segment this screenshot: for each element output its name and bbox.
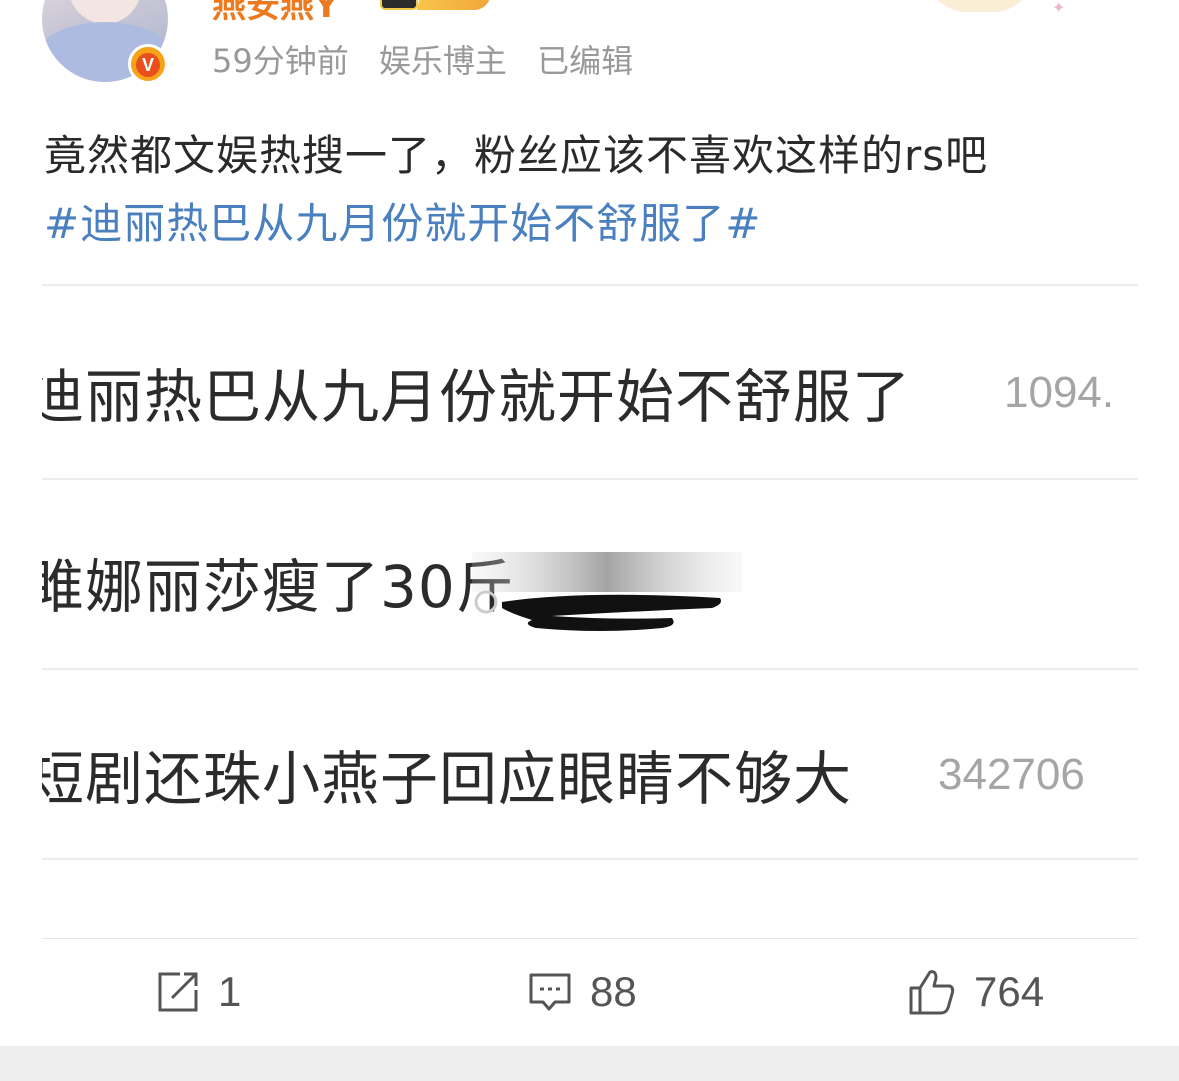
hot-search-item[interactable]: 雎娜丽莎瘦了30斤 bbox=[42, 540, 1138, 650]
username[interactable]: 燕安燕Y bbox=[212, 0, 339, 27]
actions-divider bbox=[42, 938, 1138, 939]
post-time: 59分钟前 bbox=[212, 42, 349, 80]
bottom-spacer bbox=[0, 1046, 1179, 1081]
hot-search-title: 迪丽热巴从九月份就开始不舒服了 bbox=[42, 363, 912, 431]
divider bbox=[42, 858, 1138, 860]
share-button[interactable]: 1 bbox=[156, 966, 241, 1018]
member-badge-icon[interactable] bbox=[380, 0, 494, 12]
divider bbox=[42, 284, 1138, 286]
hot-search-count: 1094. bbox=[1004, 368, 1115, 417]
verified-badge-label: V bbox=[136, 53, 160, 77]
thumbs-up-icon bbox=[909, 970, 955, 1015]
like-button[interactable]: 764 bbox=[908, 966, 1044, 1018]
comment-count: 88 bbox=[590, 968, 637, 1015]
share-count: 1 bbox=[218, 968, 242, 1015]
post-meta: 59分钟前 娱乐博主 已编辑 bbox=[212, 36, 653, 82]
share-icon bbox=[158, 972, 198, 1012]
hot-search-count: 342706 bbox=[938, 750, 1085, 799]
comment-button[interactable]: 88 bbox=[528, 966, 637, 1018]
divider bbox=[42, 668, 1138, 670]
post-hashtag-link[interactable]: #迪丽热巴从九月份就开始不舒服了# bbox=[44, 190, 761, 251]
comment-icon bbox=[529, 973, 571, 1011]
divider bbox=[42, 478, 1138, 480]
sparkle-icon: ✦ bbox=[1052, 0, 1066, 17]
author-category: 娱乐博主 bbox=[378, 42, 507, 80]
action-bar: 1 88 764 bbox=[0, 940, 1179, 1044]
edited-label: 已编辑 bbox=[537, 42, 634, 80]
hot-search-item[interactable]: 短剧还珠小燕子回应眼睛不够大 342706 bbox=[42, 732, 1138, 852]
avatar-face bbox=[68, 0, 142, 24]
like-count: 764 bbox=[974, 968, 1045, 1015]
redaction-mark bbox=[472, 552, 742, 631]
verified-badge-icon: V bbox=[128, 44, 168, 84]
decoration-cloud-icon bbox=[925, 0, 1035, 12]
hot-search-title: 雎娜丽莎瘦了30斤 bbox=[42, 553, 515, 621]
post-text: 竟然都文娱热搜一了，粉丝应该不喜欢这样的rs吧 bbox=[44, 131, 989, 180]
hot-search-title: 短剧还珠小燕子回应眼睛不够大 bbox=[42, 745, 853, 813]
hot-search-item[interactable]: 迪丽热巴从九月份就开始不舒服了 1094. bbox=[42, 350, 1138, 470]
